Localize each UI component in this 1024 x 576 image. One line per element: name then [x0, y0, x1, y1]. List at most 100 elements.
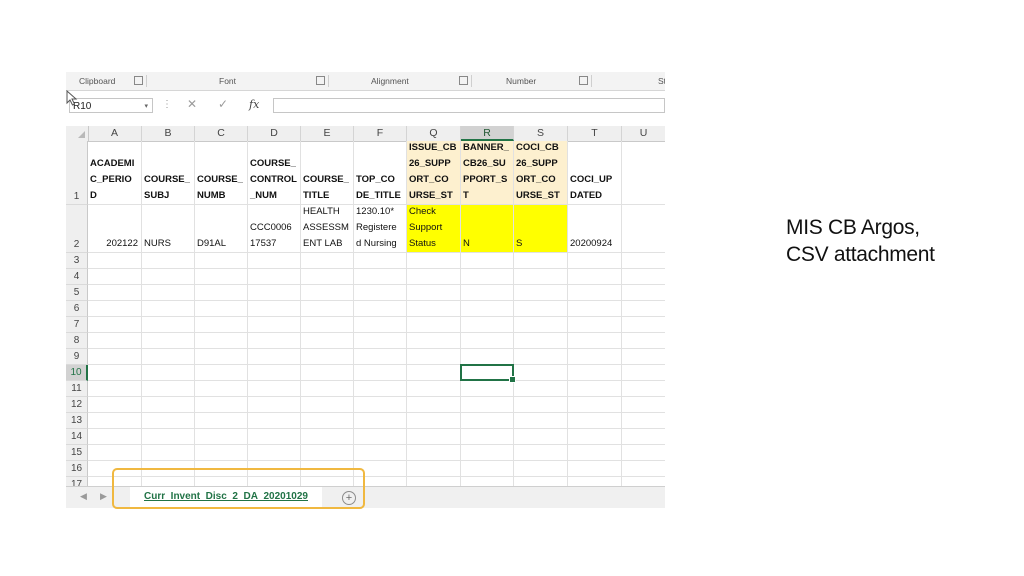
empty-cell[interactable] [407, 365, 461, 381]
data-cell-c2[interactable]: D91AL [195, 205, 248, 253]
header-cell-s[interactable]: COCI_CB 26_SUPP ORT_CO URSE_ST [514, 141, 568, 205]
column-header-e[interactable]: E [301, 126, 354, 141]
empty-cell[interactable] [461, 381, 514, 397]
empty-cell[interactable] [301, 285, 354, 301]
ribbon-group-font[interactable]: Font [219, 76, 236, 86]
empty-cell[interactable] [461, 317, 514, 333]
empty-cell[interactable] [514, 301, 568, 317]
row-header-16[interactable]: 16 [66, 461, 88, 477]
empty-cell[interactable] [248, 269, 301, 285]
empty-cell[interactable] [301, 349, 354, 365]
data-cell-a2[interactable]: 202122 [88, 205, 142, 253]
empty-cell[interactable] [248, 285, 301, 301]
empty-cell[interactable] [568, 381, 622, 397]
row-header-7[interactable]: 7 [66, 317, 88, 333]
empty-cell[interactable] [568, 301, 622, 317]
header-cell-c[interactable]: COURSE_ NUMB [195, 141, 248, 205]
header-cell-q[interactable]: ISSUE_CB 26_SUPP ORT_CO URSE_ST [407, 141, 461, 205]
empty-cell[interactable] [354, 285, 407, 301]
empty-cell[interactable] [195, 349, 248, 365]
data-cell-e2[interactable]: HEALTH ASSESSM ENT LAB [301, 205, 354, 253]
empty-cell[interactable] [407, 317, 461, 333]
empty-cell[interactable] [514, 317, 568, 333]
empty-cell[interactable] [354, 269, 407, 285]
empty-cell[interactable] [568, 397, 622, 413]
empty-cell[interactable] [514, 381, 568, 397]
empty-cell[interactable] [248, 253, 301, 269]
empty-cell[interactable] [142, 301, 195, 317]
column-header-r[interactable]: R [461, 126, 514, 141]
name-box[interactable]: R10 ▾ [69, 98, 153, 113]
empty-cell[interactable] [354, 365, 407, 381]
data-cell-q2[interactable]: Check Support Status [407, 205, 461, 253]
empty-cell[interactable] [354, 253, 407, 269]
empty-cell[interactable] [248, 317, 301, 333]
empty-cell[interactable] [195, 381, 248, 397]
ribbon-group-clipboard[interactable]: Clipboard [79, 76, 115, 86]
row-header-10[interactable]: 10 [66, 365, 88, 381]
empty-cell[interactable] [88, 253, 142, 269]
empty-cell[interactable] [461, 253, 514, 269]
empty-cell[interactable] [248, 413, 301, 429]
empty-cell[interactable] [568, 461, 622, 477]
empty-cell[interactable] [142, 413, 195, 429]
column-header-a[interactable]: A [88, 126, 142, 141]
empty-cell[interactable] [407, 413, 461, 429]
empty-cell[interactable] [301, 381, 354, 397]
header-cell-r[interactable]: BANNER_ CB26_SU PPORT_S T [461, 141, 514, 205]
empty-cell[interactable] [142, 445, 195, 461]
empty-cell[interactable] [568, 317, 622, 333]
insert-function-icon[interactable]: fx [249, 98, 259, 111]
empty-cell[interactable] [354, 333, 407, 349]
empty-cell[interactable] [514, 285, 568, 301]
empty-cell[interactable] [142, 397, 195, 413]
empty-cell[interactable] [301, 301, 354, 317]
empty-cell[interactable] [461, 429, 514, 445]
check-icon[interactable]: ✓ [218, 97, 228, 111]
empty-cell[interactable] [622, 349, 665, 365]
row-header-13[interactable]: 13 [66, 413, 88, 429]
empty-cell[interactable] [88, 445, 142, 461]
empty-cell[interactable] [88, 397, 142, 413]
empty-cell[interactable] [88, 317, 142, 333]
empty-cell[interactable] [461, 269, 514, 285]
row-header-14[interactable]: 14 [66, 429, 88, 445]
empty-cell[interactable] [248, 333, 301, 349]
data-cell-f2[interactable]: 1230.10* Registere d Nursing [354, 205, 407, 253]
empty-cell[interactable] [354, 429, 407, 445]
empty-cell[interactable] [195, 397, 248, 413]
empty-cell[interactable] [568, 413, 622, 429]
empty-cell[interactable] [88, 333, 142, 349]
active-cell-selection[interactable] [460, 364, 516, 383]
empty-cell[interactable] [142, 333, 195, 349]
row-header-11[interactable]: 11 [66, 381, 88, 397]
empty-cell[interactable] [407, 349, 461, 365]
empty-cell[interactable] [195, 365, 248, 381]
empty-cell[interactable] [301, 269, 354, 285]
empty-cell[interactable] [301, 253, 354, 269]
empty-cell[interactable] [568, 253, 622, 269]
empty-cell[interactable] [248, 349, 301, 365]
empty-cell[interactable] [514, 413, 568, 429]
empty-cell[interactable] [461, 445, 514, 461]
empty-cell[interactable] [622, 301, 665, 317]
empty-cell[interactable] [407, 333, 461, 349]
empty-cell[interactable] [568, 365, 622, 381]
empty-cell[interactable] [461, 333, 514, 349]
empty-cell[interactable] [407, 397, 461, 413]
empty-cell[interactable] [407, 381, 461, 397]
number-launcher-icon[interactable] [579, 76, 588, 85]
empty-cell[interactable] [407, 301, 461, 317]
empty-cell[interactable] [354, 397, 407, 413]
empty-cell[interactable] [142, 381, 195, 397]
empty-cell[interactable] [88, 349, 142, 365]
empty-cell[interactable] [88, 301, 142, 317]
header-cell-d[interactable]: COURSE_ CONTROL _NUM [248, 141, 301, 205]
empty-cell[interactable] [142, 365, 195, 381]
tab-scroll-right-icon[interactable]: ▶ [100, 491, 107, 502]
empty-cell[interactable] [354, 349, 407, 365]
empty-cell[interactable] [354, 445, 407, 461]
empty-cell[interactable] [568, 445, 622, 461]
empty-cell[interactable] [301, 317, 354, 333]
row-header-4[interactable]: 4 [66, 269, 88, 285]
